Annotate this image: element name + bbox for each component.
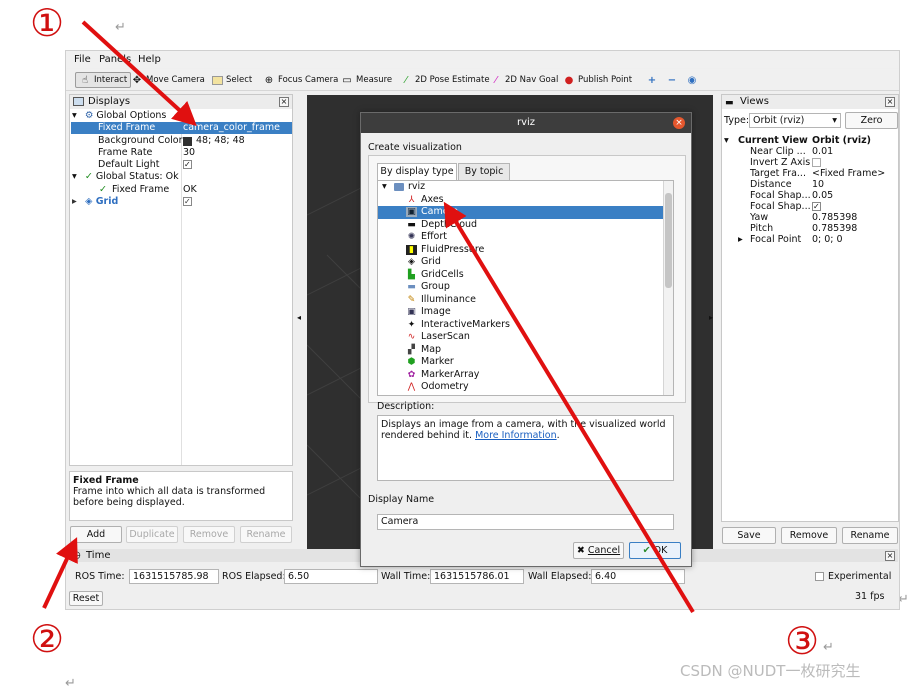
arrow-to-add-button [42,537,78,609]
arrow-to-fixed-frame [81,20,197,127]
annotation-arrows [42,20,695,614]
arrow-to-camera-item [443,201,695,614]
